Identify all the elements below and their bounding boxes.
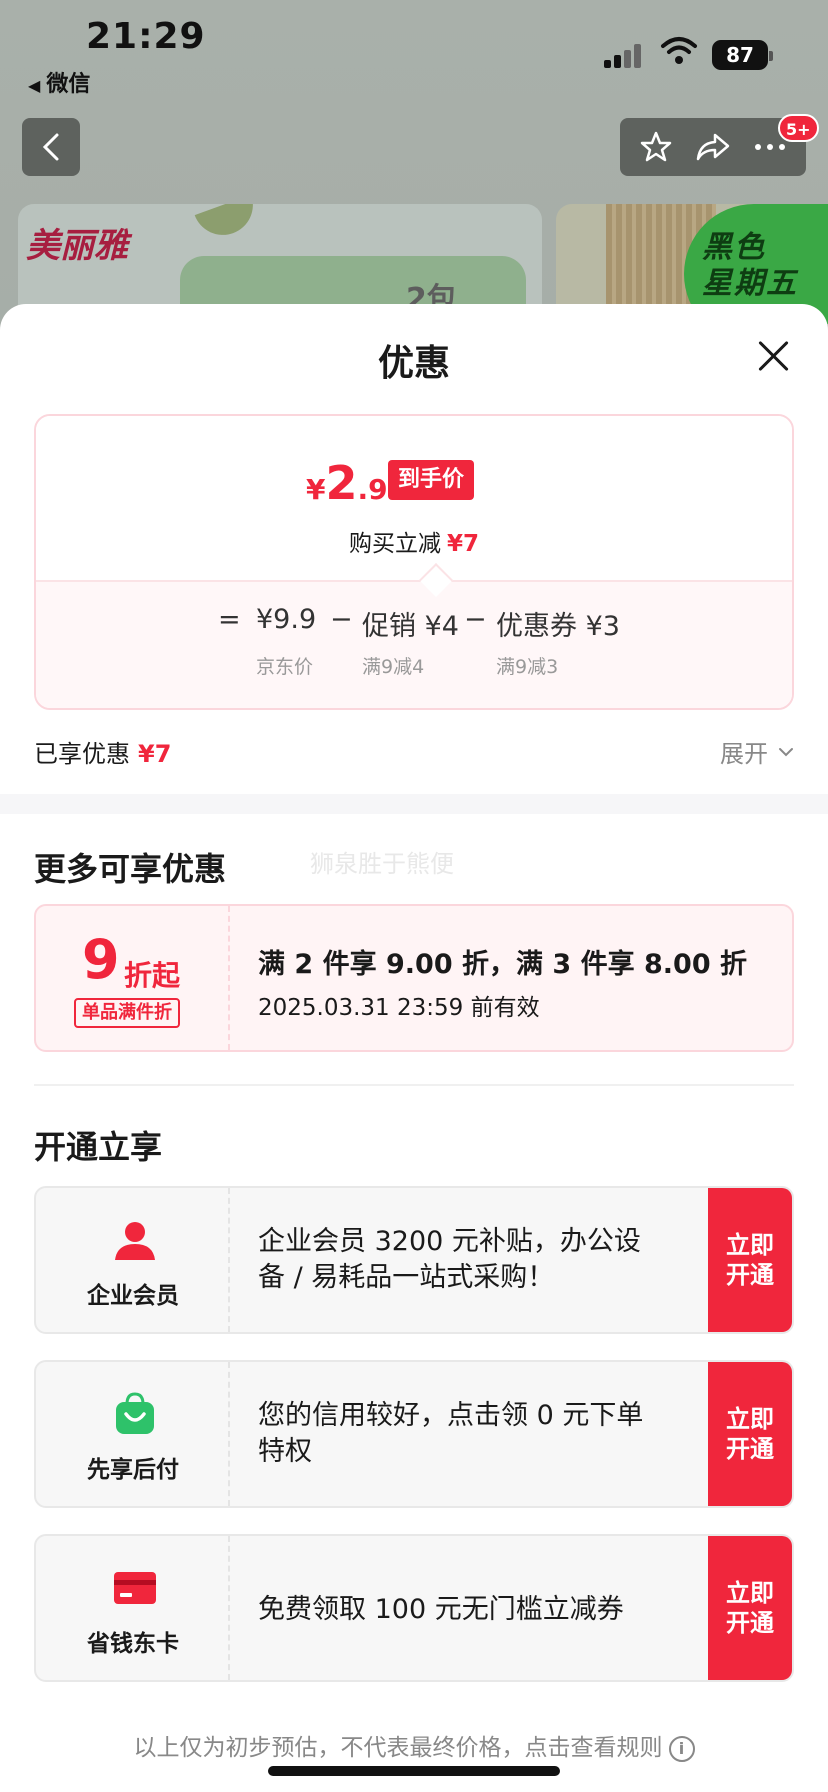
member-description: 企业会员 3200 元补贴，办公设备 / 易耗品一站式采购！ — [258, 1226, 641, 1293]
footer-rules-link[interactable]: 以上仅为初步预估，不代表最终价格，点击查看规则 i — [0, 1728, 828, 1762]
person-icon — [115, 1222, 155, 1260]
pay-later-card[interactable]: 先享后付 您的信用较好，点击领 0 元下单特权 立即开通 — [34, 1360, 794, 1508]
jd-price: ¥9.9 — [256, 604, 317, 635]
member-name: 企业会员 — [87, 1283, 179, 1309]
discount-number: 9 — [82, 928, 120, 991]
enterprise-member-card[interactable]: 企业会员 企业会员 3200 元补贴，办公设备 / 易耗品一站式采购！ 立即开通 — [34, 1186, 794, 1334]
discount-tag: 单品满件折 — [74, 998, 180, 1028]
promo-amount: 促销 ¥4 — [362, 611, 459, 642]
expand-button[interactable]: 展开 — [720, 734, 794, 769]
more-dots-icon — [754, 144, 785, 150]
favorite-button[interactable] — [636, 127, 676, 167]
final-price: ¥2.9 — [306, 456, 388, 510]
formula-minus-1: − — [330, 604, 353, 635]
formula-equals: = — [218, 604, 241, 635]
battery-icon: 87 — [712, 40, 773, 70]
member-name: 省钱东卡 — [87, 1631, 179, 1657]
info-icon: i — [668, 1735, 695, 1762]
final-price-tag: 到手价 — [388, 460, 475, 500]
shopping-bag-icon — [116, 1392, 154, 1434]
member-name: 先享后付 — [87, 1457, 179, 1483]
jd-price-label: 京东价 — [256, 656, 314, 678]
leaf-decoration — [194, 204, 262, 244]
open-now-button[interactable]: 立即开通 — [708, 1536, 792, 1680]
notification-badge: 5+ — [778, 114, 819, 142]
price-card: ¥2.9 到手价 购买立减 ¥7 = ¥9.9 − 促销 ¥4 − 优惠券 ¥3 … — [34, 414, 794, 710]
open-now-button[interactable]: 立即开通 — [708, 1188, 792, 1332]
status-time: 21:29 — [86, 16, 206, 57]
section-divider — [0, 794, 828, 814]
star-icon — [641, 131, 672, 162]
share-button[interactable] — [693, 127, 733, 167]
close-icon[interactable] — [756, 338, 792, 374]
discount-validity: 2025.03.31 23:59 前有效 — [258, 995, 540, 1021]
back-app-label: 微信 — [46, 72, 91, 97]
coupon-rule: 满9减3 — [496, 656, 559, 678]
coupon-amount: 优惠券 ¥3 — [496, 611, 620, 642]
chevron-left-icon — [42, 133, 59, 161]
back-button[interactable] — [22, 118, 80, 176]
wifi-icon — [661, 37, 697, 64]
promo-text: 黑色 星期五 — [702, 230, 798, 301]
discount-rule: 满 2 件享 9.00 折，满 3 件享 8.00 折 — [258, 949, 748, 980]
bulk-discount-card[interactable]: 9 折起 单品满件折 满 2 件享 9.00 折，满 3 件享 8.00 折 2… — [34, 904, 794, 1052]
formula-minus-2: − — [464, 604, 487, 635]
chevron-down-icon — [779, 747, 793, 756]
member-description: 免费领取 100 元无门槛立减券 — [258, 1594, 624, 1625]
enjoyed-discount-row: 已享优惠 ¥7 展开 — [34, 730, 794, 770]
back-triangle-icon: ◀ — [28, 76, 41, 95]
enjoyed-label: 已享优惠 ¥7 — [34, 740, 172, 768]
home-indicator[interactable] — [268, 1766, 560, 1776]
status-bar: 21:29 ◀ 微信 87 — [0, 0, 828, 100]
member-description: 您的信用较好，点击领 0 元下单特权 — [258, 1400, 644, 1467]
discount-sheet: 优惠 ¥2.9 到手价 购买立减 ¥7 = ¥9.9 − 促销 ¥4 − 优惠券 … — [0, 304, 828, 1792]
saving-card[interactable]: 省钱东卡 免费领取 100 元无门槛立减券 立即开通 — [34, 1534, 794, 1682]
sheet-title: 优惠 — [377, 343, 450, 384]
instant-reduce: 购买立减 ¥7 — [348, 531, 479, 557]
promo-rule: 满9减4 — [362, 656, 425, 678]
discount-unit: 折起 — [124, 959, 181, 992]
open-enjoy-title: 开通立享 — [34, 1128, 163, 1166]
more-discounts-title: 更多可享优惠 — [34, 850, 227, 888]
share-icon — [696, 133, 730, 161]
brand-logo: 美丽雅 — [26, 226, 128, 266]
signal-icon — [604, 44, 644, 68]
open-now-button[interactable]: 立即开通 — [708, 1362, 792, 1506]
watermark: 狮泉胜于熊便 — [310, 850, 454, 878]
card-icon — [114, 1572, 156, 1604]
back-to-app-link[interactable]: ◀ 微信 — [28, 66, 90, 98]
